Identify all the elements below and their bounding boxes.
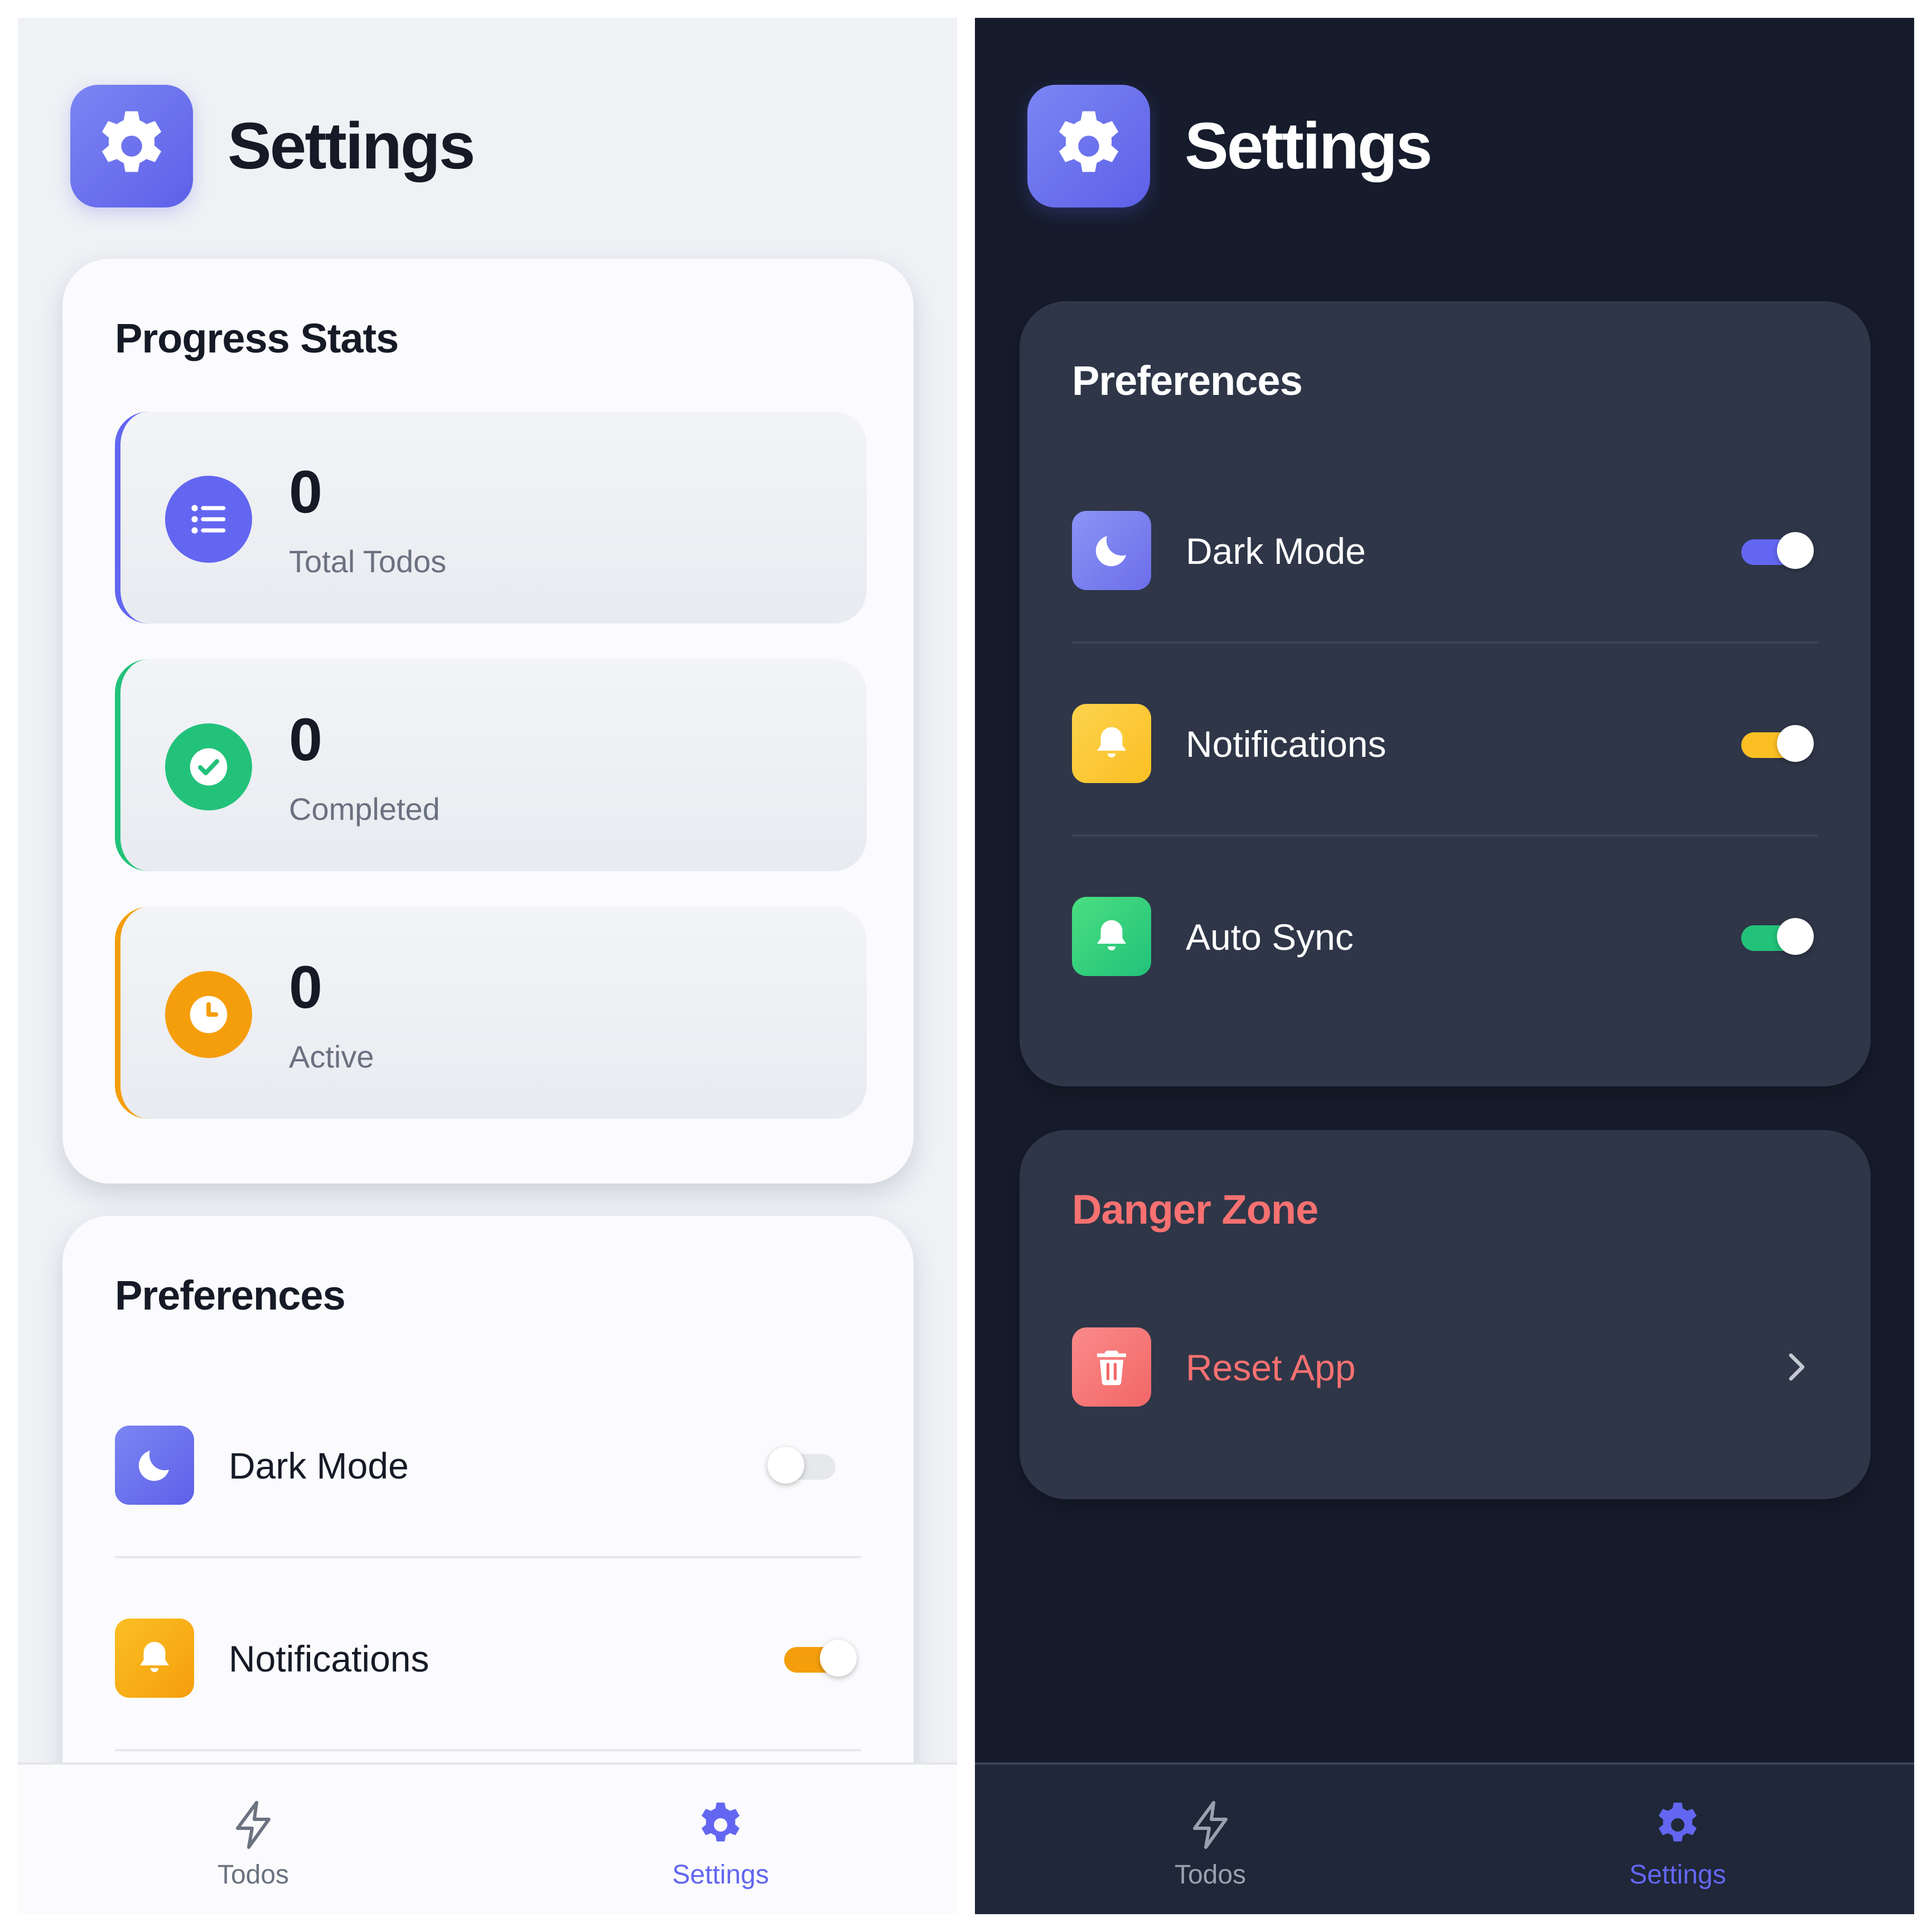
auto-sync-toggle[interactable] — [1741, 918, 1814, 955]
pref-row-notifications[interactable]: Notifications — [115, 1616, 861, 1700]
gear-icon — [1059, 111, 1119, 172]
pref-label: Dark Mode — [229, 1445, 409, 1486]
lightning-icon — [236, 1801, 271, 1849]
stat-icon-completed — [165, 723, 252, 810]
stat-icon-total — [165, 476, 252, 563]
pref-icon-dark-mode — [115, 1426, 194, 1505]
danger-zone-card: Danger Zone Reset App — [1020, 1130, 1871, 1499]
nav-label: Settings — [672, 1860, 769, 1890]
pref-row-auto-sync[interactable]: Auto Sync — [1072, 895, 1818, 978]
stat-value: 0 — [289, 953, 323, 1021]
nav-label: Todos — [1174, 1860, 1247, 1890]
danger-zone-title: Danger Zone — [1072, 1186, 1318, 1233]
nav-label: Todos — [217, 1860, 289, 1890]
trash-icon — [1097, 1350, 1126, 1385]
stat-card-active: 0 Active — [115, 907, 867, 1119]
list-icon — [191, 505, 226, 534]
progress-stats-title: Progress Stats — [115, 315, 399, 361]
moon-icon — [1095, 536, 1126, 567]
pref-row-notifications[interactable]: Notifications — [1072, 702, 1818, 785]
dark-theme-screen: Settings Preferences Dark Mode Notificat… — [975, 18, 1914, 1914]
check-circle-icon — [190, 748, 228, 786]
divider — [1072, 834, 1818, 837]
page-header: Settings — [1027, 85, 1432, 207]
stat-label: Completed — [289, 791, 440, 827]
bell-icon — [1097, 920, 1126, 951]
moon-icon — [138, 1451, 169, 1481]
preferences-title: Preferences — [115, 1272, 346, 1318]
pref-label: Dark Mode — [1186, 530, 1366, 572]
nav-item-settings[interactable]: Settings — [1566, 1798, 1789, 1890]
page-title: Settings — [228, 109, 475, 183]
nav-label: Settings — [1629, 1860, 1726, 1890]
progress-stats-card: Progress Stats 0 Total Todos 0 Completed — [62, 259, 914, 1184]
gear-icon — [102, 111, 162, 172]
dark-mode-toggle[interactable] — [767, 1447, 840, 1484]
pref-icon-notifications — [115, 1619, 194, 1698]
pref-icon-auto-sync — [1072, 897, 1151, 976]
toggle-knob — [767, 1447, 804, 1484]
notifications-toggle[interactable] — [784, 1640, 857, 1677]
lightning-icon — [1193, 1801, 1228, 1849]
divider — [1072, 641, 1818, 644]
divider — [115, 1556, 861, 1558]
pref-row-dark-mode[interactable]: Dark Mode — [115, 1423, 861, 1507]
toggle-knob — [1777, 532, 1814, 569]
pref-row-dark-mode[interactable]: Dark Mode — [1072, 509, 1818, 592]
stat-card-completed: 0 Completed — [115, 659, 867, 871]
nav-item-todos[interactable]: Todos — [1099, 1798, 1322, 1890]
gear-icon — [1659, 1803, 1697, 1842]
bell-icon — [140, 1641, 169, 1673]
pref-label: Notifications — [1186, 723, 1387, 765]
pref-label: Auto Sync — [1186, 916, 1354, 958]
stat-label: Total Todos — [289, 544, 447, 579]
stat-label: Active — [289, 1039, 374, 1074]
preferences-title: Preferences — [1072, 358, 1303, 404]
notifications-toggle[interactable] — [1741, 725, 1814, 762]
bell-icon — [1097, 727, 1126, 758]
nav-item-todos[interactable]: Todos — [142, 1798, 365, 1890]
settings-app-icon — [70, 85, 193, 207]
pref-label: Notifications — [229, 1638, 429, 1679]
pref-icon-notifications — [1072, 704, 1151, 783]
stat-icon-active — [165, 971, 252, 1058]
pref-label: Reset App — [1186, 1347, 1356, 1388]
light-theme-screen: Settings Progress Stats 0 Total Todos 0 … — [18, 18, 957, 1914]
nav-item-settings[interactable]: Settings — [609, 1798, 832, 1890]
preferences-card: Preferences Dark Mode Notifications — [1020, 301, 1871, 1086]
stat-card-total-todos: 0 Total Todos — [115, 412, 867, 624]
divider — [115, 1749, 861, 1751]
chevron-right-icon — [1789, 1353, 1805, 1381]
stat-value: 0 — [289, 706, 323, 773]
toggle-knob — [820, 1640, 857, 1677]
gear-icon — [702, 1803, 740, 1842]
stat-value: 0 — [289, 458, 323, 525]
pref-icon-reset-app — [1072, 1327, 1151, 1407]
page-title: Settings — [1185, 109, 1432, 183]
pref-icon-dark-mode — [1072, 511, 1151, 590]
page-header: Settings — [70, 85, 475, 207]
bottom-nav: Todos Settings — [975, 1762, 1914, 1914]
dark-mode-toggle[interactable] — [1741, 532, 1814, 569]
clock-icon — [190, 996, 228, 1033]
bottom-nav: Todos Settings — [18, 1762, 957, 1914]
reset-app-row[interactable]: Reset App — [1072, 1325, 1818, 1409]
toggle-knob — [1777, 918, 1814, 955]
toggle-knob — [1777, 725, 1814, 762]
settings-app-icon — [1027, 85, 1150, 207]
